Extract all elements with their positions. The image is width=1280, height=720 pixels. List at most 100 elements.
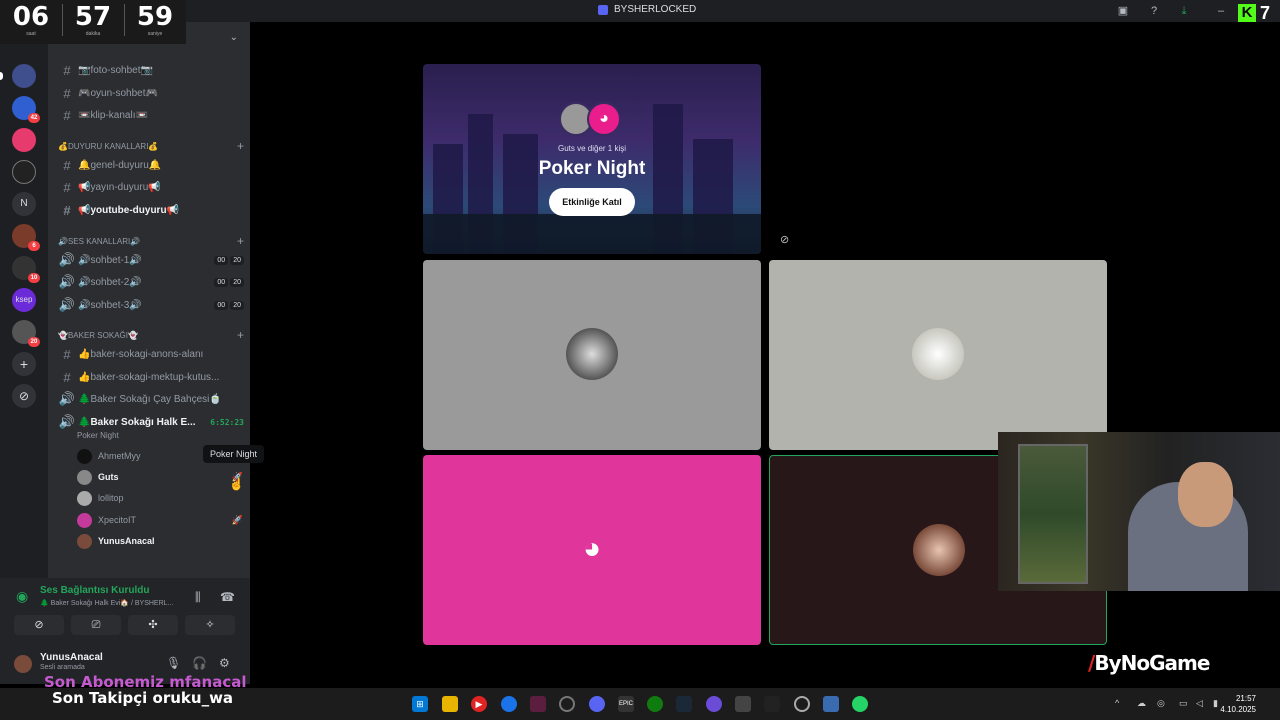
server-icon[interactable]: 42 — [12, 96, 40, 123]
event-avatars: ◕ — [559, 102, 621, 136]
hash-icon: # — [63, 202, 71, 218]
voice-user-limit: 00 20 — [214, 300, 244, 310]
voice-member[interactable]: YunusAnacal — [77, 531, 243, 551]
network-icon[interactable]: ☁ — [1137, 698, 1146, 709]
system-clock[interactable]: 21:57 4.10.2025 — [1220, 693, 1256, 715]
participant-tile[interactable]: ◕ — [423, 455, 761, 645]
channel-item[interactable]: # 🎮oyun-sohbet🎮 — [56, 83, 244, 103]
channel-item[interactable]: # 📼klip-kanalı📼 — [56, 105, 244, 125]
minutes-value: 57 — [74, 2, 112, 32]
avatar — [77, 469, 92, 485]
rocket-icon: 🚀 — [231, 514, 243, 525]
microphone-icon[interactable]: 🎙 — [166, 656, 181, 670]
server-icon[interactable]: 6 — [12, 224, 40, 251]
add-channel-icon[interactable]: + — [237, 328, 244, 342]
join-activity-button[interactable]: Etkinliğe Katıl — [549, 188, 635, 216]
minimize-icon[interactable]: – — [1214, 4, 1228, 18]
battery-icon[interactable]: ▮ — [1213, 698, 1218, 709]
app-icon[interactable] — [559, 696, 575, 712]
screen-share-button[interactable]: ⎚ — [71, 615, 121, 635]
activity-tile[interactable]: ◕ Guts ve diğer 1 kişi Poker Night Etkin… — [423, 64, 761, 254]
popout-icon[interactable]: ⊘ — [780, 233, 789, 246]
inbox-icon[interactable]: ▣ — [1116, 4, 1130, 18]
soundboard-button[interactable]: ✧ — [185, 615, 235, 635]
hash-icon: # — [63, 107, 71, 123]
voice-member[interactable]: lollitop — [77, 488, 243, 508]
participant-tile[interactable] — [769, 260, 1107, 450]
add-channel-icon[interactable]: + — [237, 139, 244, 153]
voice-limit: 20 — [230, 255, 244, 265]
channel-item[interactable]: # 👍baker-sokagi-anons-alanı — [56, 344, 244, 364]
category-baker[interactable]: 👻BAKER SOKAĞI👻 + — [58, 328, 244, 342]
app-icon[interactable] — [794, 696, 810, 712]
voice-channel-item[interactable]: 🔊 🔊sohbet-3🔊 00 20 — [56, 295, 244, 315]
app-icon[interactable] — [764, 696, 780, 712]
active-voice-channel[interactable]: 🔊 🌲Baker Sokağı Halk E... 6:52:23 — [56, 412, 244, 432]
explore-icon[interactable]: ⊘ — [12, 384, 36, 408]
server-icon[interactable]: 20 — [12, 320, 40, 347]
voice-member[interactable]: XpecitoIT 🚀 — [77, 510, 243, 530]
volume-icon[interactable]: ◁ — [1196, 698, 1203, 709]
voice-location[interactable]: 🌲 Baker Sokağı Halk Evi🏠 / BYSHERL... — [40, 599, 173, 607]
category-voice[interactable]: 🔊SES KANALLARI🔊 + — [58, 234, 244, 248]
chevron-down-icon[interactable]: ⌄ — [230, 32, 238, 43]
seconds-label: saniye — [147, 31, 163, 37]
voice-user-limit: 00 20 — [214, 277, 244, 287]
participant-tile[interactable] — [423, 260, 761, 450]
voice-channel-item[interactable]: 🔊 🔊sohbet-1🔊 00 20 — [56, 250, 244, 270]
server-icon[interactable] — [12, 64, 36, 88]
app-icon[interactable] — [823, 696, 839, 712]
folder-icon[interactable] — [442, 696, 458, 712]
help-icon[interactable]: ? — [1147, 4, 1161, 18]
chevron-up-icon[interactable]: ^ — [1115, 698, 1119, 708]
member-name: YunusAnacal — [98, 536, 155, 546]
display-icon[interactable]: ▭ — [1179, 698, 1188, 709]
app-icon[interactable] — [530, 696, 546, 712]
server-icon[interactable] — [12, 128, 36, 152]
activity-button[interactable]: ✣ — [128, 615, 178, 635]
steam-icon[interactable] — [676, 696, 692, 712]
headphones-icon[interactable]: 🎧 — [192, 656, 207, 670]
discord-icon[interactable] — [589, 696, 605, 712]
server-icon[interactable] — [12, 160, 36, 184]
chrome-icon[interactable] — [501, 696, 517, 712]
xbox-icon[interactable] — [647, 696, 663, 712]
voice-channel-item[interactable]: 🔊 🔊sohbet-2🔊 00 20 — [56, 272, 244, 292]
start-icon[interactable]: ⊞ — [412, 696, 428, 712]
brand-logo-text: ByNoGame — [1094, 651, 1210, 675]
voice-member[interactable]: Guts 🚀 — [77, 467, 243, 487]
channel-item[interactable]: # 📷foto-sohbet📷 — [56, 60, 244, 80]
user-name[interactable]: YunusAnacal — [40, 652, 103, 663]
channel-item[interactable]: # 📢youtube-duyuru📢 — [56, 200, 244, 220]
app-icon[interactable] — [735, 696, 751, 712]
app-icon[interactable] — [706, 696, 722, 712]
server-icon[interactable]: ksep — [12, 288, 36, 312]
channel-item[interactable]: # 🔔genel-duyuru🔔 — [56, 155, 244, 175]
app-tray-icon[interactable]: ◎ — [1157, 698, 1165, 709]
channel-item[interactable]: # 📢yayın-duyuru📢 — [56, 177, 244, 197]
whatsapp-icon[interactable] — [852, 696, 868, 712]
member-name: AhmetMyy — [98, 451, 141, 461]
channel-item[interactable]: # 👍baker-sokagi-mektup-kutus... — [56, 367, 244, 387]
member-name: XpecitoIT — [98, 515, 137, 525]
add-channel-icon[interactable]: + — [237, 234, 244, 248]
server-icon[interactable]: 10 — [12, 256, 40, 283]
voice-status[interactable]: Ses Bağlantısı Kuruldu — [40, 585, 149, 596]
noise-suppression-icon[interactable]: ⫼ — [195, 590, 201, 605]
category-announcements[interactable]: 💰DUYURU KANALLARI💰 + — [58, 139, 244, 153]
media-icon[interactable]: ▶ — [471, 696, 487, 712]
camera-off-button[interactable]: ⊘ — [14, 615, 64, 635]
category-label: 💰DUYURU KANALLARI💰 — [58, 141, 159, 151]
server-icon[interactable]: N — [12, 192, 36, 216]
channel-name: 👍baker-sokagi-anons-alanı — [78, 348, 204, 360]
window-title: BYSHERLOCKED — [598, 4, 696, 15]
gear-icon[interactable]: ⚙ — [219, 656, 230, 670]
add-server-icon[interactable]: + — [12, 352, 36, 376]
window-title-text: BYSHERLOCKED — [614, 4, 697, 15]
epic-games-icon[interactable]: EPIC — [618, 696, 634, 712]
mention-badge: 6 — [28, 241, 40, 251]
signal-icon[interactable]: ◉ — [16, 588, 28, 605]
disconnect-icon[interactable]: ☎ — [220, 590, 235, 604]
voice-channel-item[interactable]: 🔊 🌲Baker Sokağı Çay Bahçesi🍵 — [56, 389, 244, 409]
download-icon[interactable]: ⤓ — [1177, 4, 1191, 18]
